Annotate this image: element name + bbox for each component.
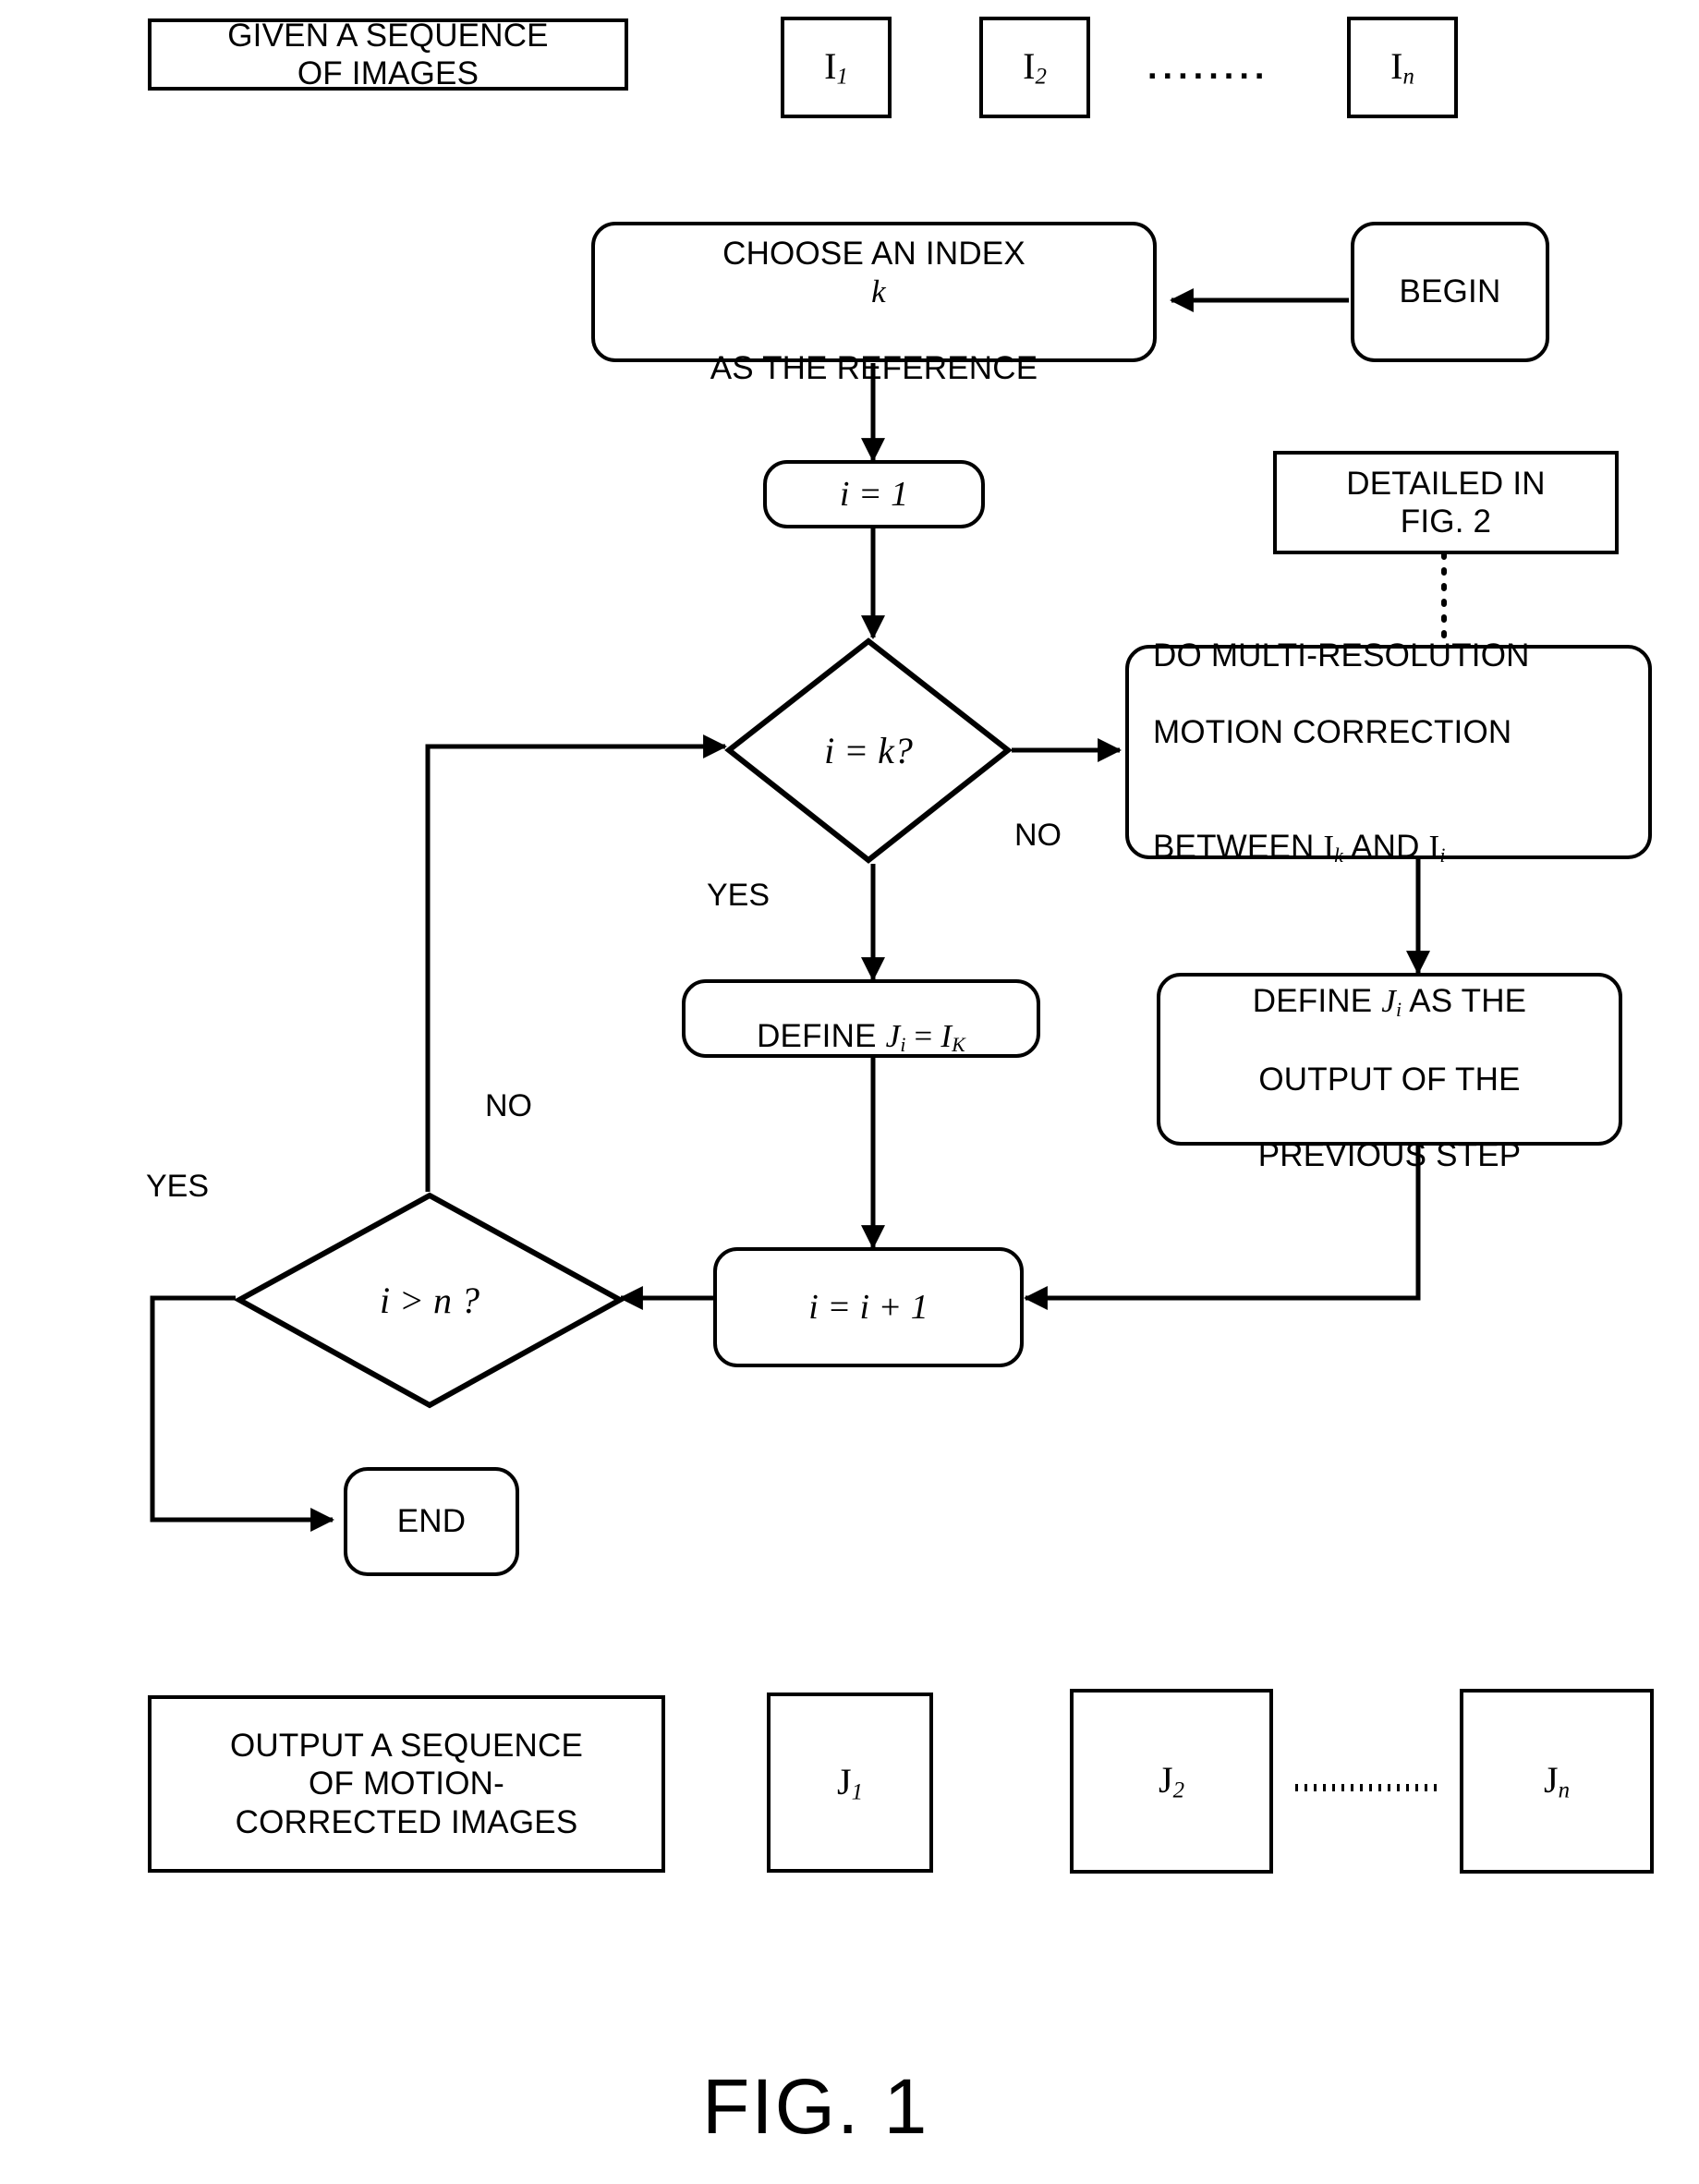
edge-label-no-i-gt-n: NO [485, 1088, 532, 1123]
define-ji-i: I [941, 1018, 953, 1055]
motion-correction-and-word: AND [1343, 828, 1429, 865]
init-i-label: i = 1 [839, 474, 909, 514]
choose-index-line1: CHOOSE AN INDEX [722, 236, 1025, 273]
output-box-j2: J2 [1070, 1689, 1273, 1874]
motion-correction-ii: I [1428, 828, 1440, 865]
edge-label-no-i-equals-k: NO [1014, 818, 1062, 853]
output-box-jn-label: Jn [1544, 1759, 1570, 1803]
increment-i-label: i = i + 1 [808, 1287, 928, 1327]
decision-i-greater-than-n: i > n ? [233, 1192, 626, 1409]
define-ji-equals-ik-node: DEFINE Ji = IK [682, 979, 1040, 1058]
begin-node: BEGIN [1351, 222, 1549, 362]
increment-i-node: i = i + 1 [713, 1247, 1024, 1367]
define-output-as-the: AS THE [1402, 982, 1527, 1019]
define-output-line1: DEFINE Ji AS THE [1252, 982, 1527, 1021]
define-ji-equals-sign: = [905, 1018, 941, 1055]
motion-correction-label: DO MULTI-RESOLUTION MOTION CORRECTION BE… [1129, 599, 1648, 905]
image-box-i2-label: I2 [1023, 45, 1047, 90]
end-label: END [396, 1503, 467, 1540]
motion-correction-line2: MOTION CORRECTION [1153, 713, 1512, 750]
wire-no-loop-back [425, 734, 728, 1192]
define-ji-equals-ik-label: DEFINE Ji = IK [686, 979, 1037, 1058]
ellipsis-bottom-row [1295, 1784, 1439, 1791]
output-box-j2-label: J2 [1159, 1759, 1184, 1803]
figure-canvas: GIVEN A SEQUENCE OF IMAGES I1 I2 .......… [0, 0, 1699, 2184]
given-sequence-label: GIVEN A SEQUENCE OF IMAGES [227, 17, 549, 91]
choose-index-variable-k: k [871, 273, 886, 310]
motion-correction-ii-sub: i [1439, 843, 1446, 867]
image-box-in: In [1347, 17, 1458, 118]
motion-correction-ik: I [1323, 828, 1335, 865]
motion-correction-line3: BETWEEN Ik AND Ii [1153, 828, 1446, 867]
motion-correction-line1: DO MULTI-RESOLUTION [1153, 637, 1530, 674]
image-box-in-label: In [1390, 45, 1414, 90]
define-output-line3: PREVIOUS STEP [1257, 1137, 1522, 1174]
choose-index-node: CHOOSE AN INDEX k AS THE REFERENCE [591, 222, 1157, 386]
define-word: DEFINE [757, 1018, 886, 1055]
choose-index-label: CHOOSE AN INDEX k AS THE REFERENCE [595, 197, 1153, 387]
ellipsis-top-row: ........ [1147, 48, 1270, 87]
choose-index-line2: AS THE REFERENCE [710, 349, 1038, 386]
output-sequence-box: OUTPUT A SEQUENCE OF MOTION- CORRECTED I… [148, 1695, 665, 1873]
define-output-line2: OUTPUT OF THE [1258, 1061, 1521, 1098]
output-box-j1: J1 [767, 1693, 933, 1873]
define-output-define-word: DEFINE [1252, 982, 1382, 1019]
image-box-i1-label: I1 [824, 45, 848, 90]
motion-correction-between-word: BETWEEN [1153, 828, 1324, 865]
define-output-label: DEFINE Ji AS THE OUTPUT OF THE PREVIOUS … [1160, 944, 1619, 1175]
image-box-i1: I1 [781, 17, 892, 118]
init-i-node: i = 1 [763, 460, 985, 528]
define-ji-j: J [885, 1018, 901, 1055]
detailed-in-fig2-label: DETAILED IN FIG. 2 [1346, 465, 1546, 540]
begin-label: BEGIN [1399, 273, 1501, 310]
motion-correction-node: DO MULTI-RESOLUTION MOTION CORRECTION BE… [1125, 637, 1652, 866]
edge-label-yes-i-gt-n: YES [146, 1169, 210, 1204]
detailed-in-fig2-note: DETAILED IN FIG. 2 [1273, 451, 1619, 554]
image-box-i2: I2 [979, 17, 1090, 118]
motion-correction-ik-sub: k [1334, 843, 1344, 867]
define-ji-i-sub: K [952, 1034, 965, 1057]
edge-label-yes-i-equals-k: YES [707, 878, 771, 913]
output-box-jn: Jn [1460, 1689, 1654, 1874]
output-sequence-label: OUTPUT A SEQUENCE OF MOTION- CORRECTED I… [229, 1728, 583, 1840]
decision-i-equals-k: i = k? [724, 637, 1013, 864]
define-output-previous-step-node: DEFINE Ji AS THE OUTPUT OF THE PREVIOUS … [1157, 973, 1622, 1173]
given-sequence-of-images-box: GIVEN A SEQUENCE OF IMAGES [148, 18, 628, 91]
define-output-j: J [1381, 982, 1396, 1019]
output-box-j1-label: J1 [837, 1760, 863, 1805]
end-node: END [344, 1467, 519, 1576]
